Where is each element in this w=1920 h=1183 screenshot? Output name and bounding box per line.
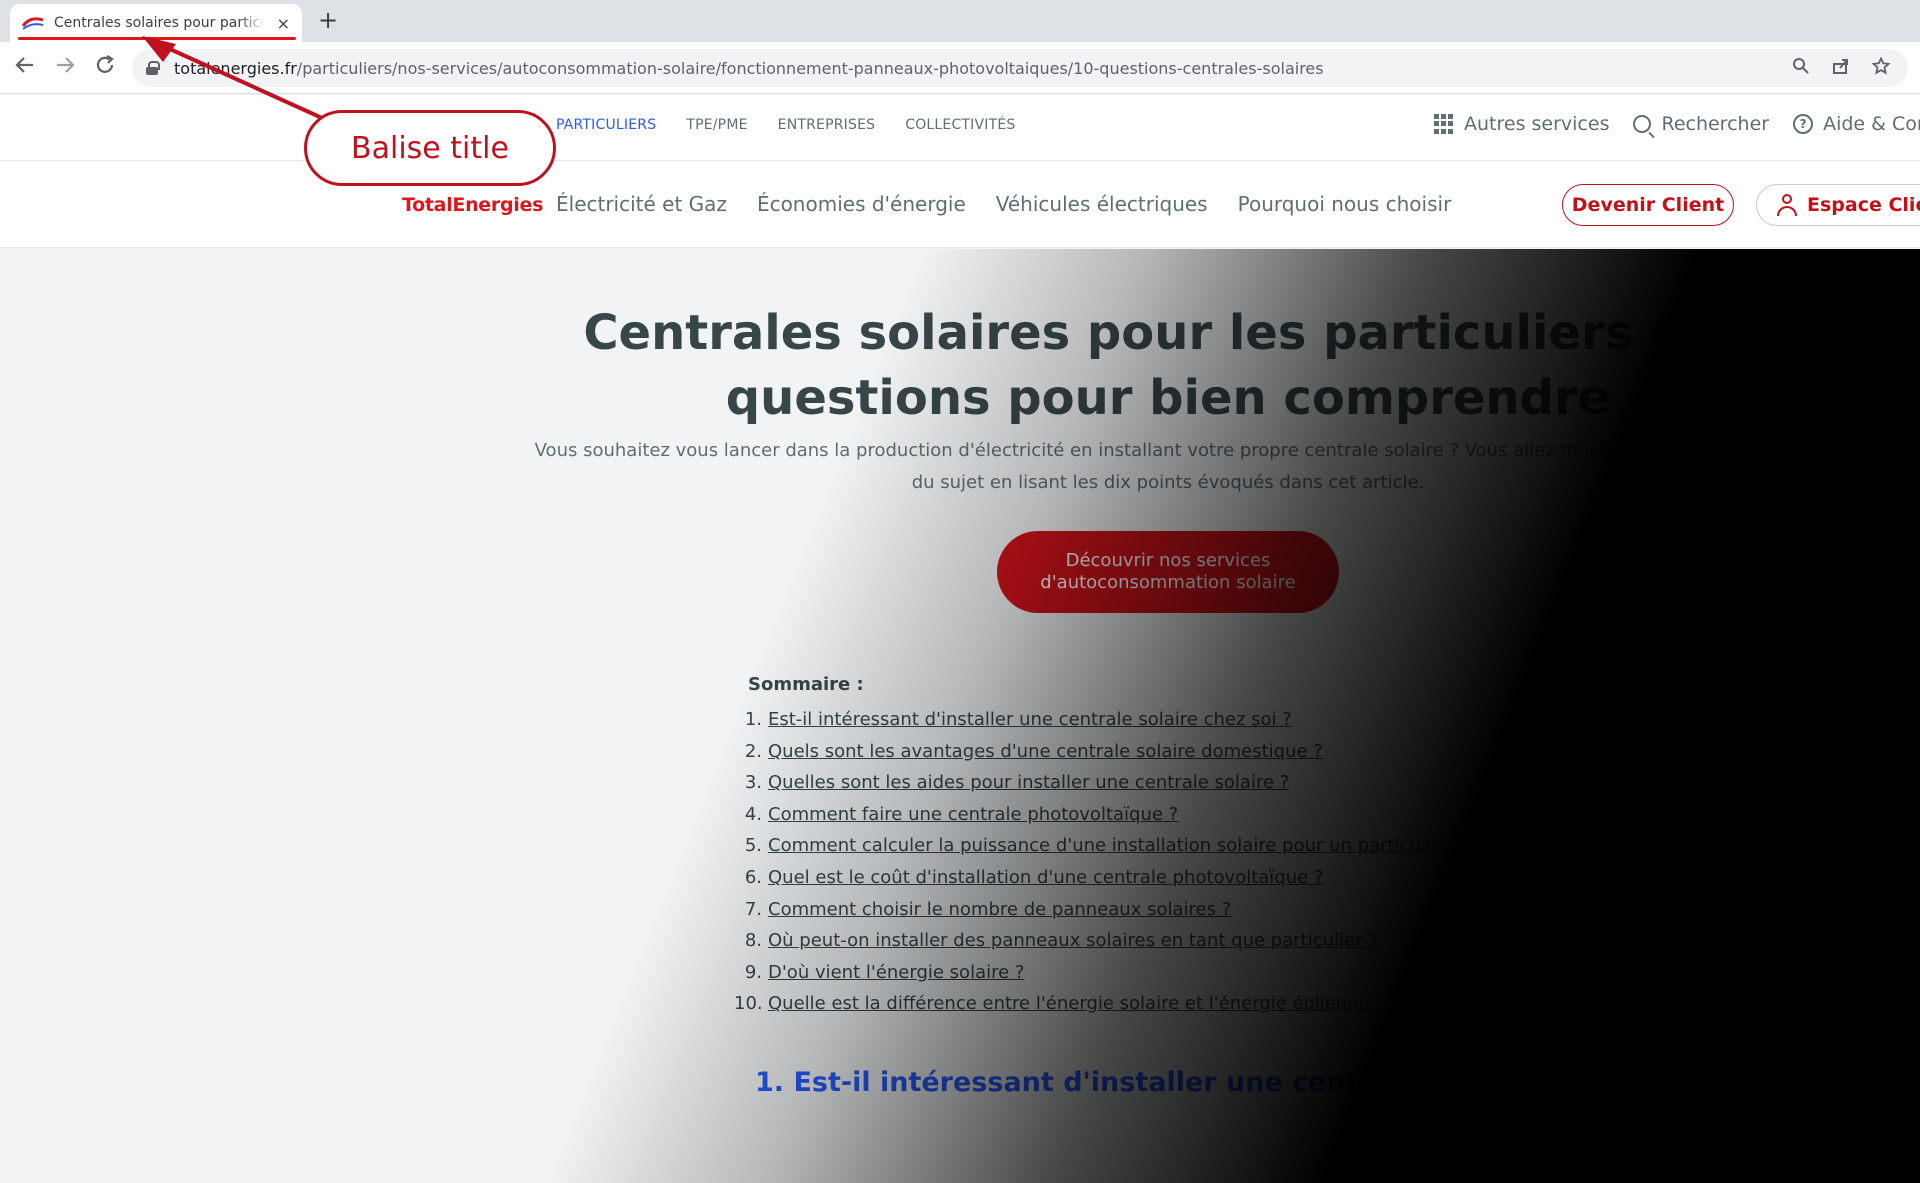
devenir-client-button[interactable]: Devenir Client	[1562, 184, 1734, 226]
toc-link[interactable]: Où peut-on installer des panneaux solair…	[768, 925, 1378, 957]
list-item: 8. Où peut-on installer des panneaux sola…	[734, 925, 1465, 957]
address-bar[interactable]: totalenergies.fr/particuliers/nos-servic…	[132, 49, 1908, 87]
utility-links: Autres services Rechercher ? Aide & Cont…	[1434, 113, 1920, 135]
list-item: 5. Comment calculer la puissance d'une in…	[734, 830, 1465, 862]
brand-logo[interactable]: TotalEnergies	[402, 194, 543, 216]
list-item: 10. Quelle est la différence entre l'éner…	[734, 988, 1465, 1020]
toc-link[interactable]: Quel est le coût d'installation d'une ce…	[768, 862, 1324, 894]
aide-contact-link[interactable]: ? Aide & Conta	[1793, 113, 1920, 135]
toc-link[interactable]: Comment faire une centrale photovoltaïqu…	[768, 799, 1178, 831]
back-arrow-icon[interactable]	[14, 54, 36, 76]
apps-grid-icon	[1434, 114, 1454, 134]
forward-arrow-icon[interactable]	[54, 54, 76, 76]
list-item: 3. Quelles sont les aides pour installer …	[734, 767, 1465, 799]
list-item: 4. Comment faire une centrale photovoltaï…	[734, 799, 1465, 831]
user-icon	[1777, 194, 1797, 216]
list-item: 1. Est-il intéressant d'installer une cen…	[734, 704, 1465, 736]
annotation-label: Balise title	[304, 110, 556, 186]
segment-link-collectivites[interactable]: COLLECTIVITÉS	[905, 117, 1015, 133]
zoom-search-icon[interactable]	[1792, 57, 1810, 75]
reload-icon[interactable]	[94, 54, 116, 76]
nav-economies-energie[interactable]: Économies d'énergie	[757, 192, 966, 216]
toc-link[interactable]: Quels sont les avantages d'une centrale …	[768, 736, 1323, 768]
intro-text: Vous souhaitez vous lancer dans la produ…	[534, 440, 1802, 493]
browser-toolbar: totalenergies.fr/particuliers/nos-servic…	[0, 42, 1920, 94]
tab-close-icon[interactable]: ×	[277, 14, 290, 33]
tab-highlight-underline	[18, 37, 296, 40]
toc-link[interactable]: Quelles sont les aides pour installer un…	[768, 767, 1289, 799]
nav-vehicules-electriques[interactable]: Véhicules électriques	[996, 192, 1208, 216]
discover-services-button[interactable]: Découvrir nos services d'autoconsommatio…	[997, 531, 1339, 613]
url-text: totalenergies.fr/particuliers/nos-servic…	[174, 58, 1324, 78]
toc-heading: Sommaire :	[748, 674, 864, 695]
main-nav-links: Électricité et Gaz Économies d'énergie V…	[556, 192, 1451, 216]
nav-pourquoi-nous-choisir[interactable]: Pourquoi nous choisir	[1238, 192, 1452, 216]
espace-client-button[interactable]: Espace Clien	[1756, 184, 1920, 226]
omnibox-actions	[1792, 57, 1890, 75]
section-heading: 1. Est-il intéressant d'installer une ce…	[755, 1067, 1688, 1098]
browser-tabbar: Centrales solaires pour particuliers × +	[0, 0, 1920, 42]
segment-link-tpe-pme[interactable]: TPE/PME	[686, 117, 747, 133]
totalenergies-favicon-icon	[22, 17, 44, 30]
toc-link[interactable]: Quelle est la différence entre l'énergie…	[768, 988, 1385, 1020]
segment-links: PARTICULIERS TPE/PME ENTREPRISES COLLECT…	[556, 117, 1016, 133]
toc-list: 1. Est-il intéressant d'installer une cen…	[734, 704, 1465, 1020]
new-tab-icon[interactable]: +	[318, 6, 338, 34]
segment-link-entreprises[interactable]: ENTREPRISES	[778, 117, 876, 133]
toc-link[interactable]: Est-il intéressant d'installer une centr…	[768, 704, 1292, 736]
list-item: 2. Quels sont les avantages d'une central…	[734, 736, 1465, 768]
segment-link-particuliers[interactable]: PARTICULIERS	[556, 117, 656, 133]
list-item: 6. Quel est le coût d'installation d'une …	[734, 862, 1465, 894]
list-item: 7. Comment choisir le nombre de panneaux …	[734, 894, 1465, 926]
toc-link[interactable]: Comment calculer la puissance d'une inst…	[768, 830, 1465, 862]
list-item: 9. D'où vient l'énergie solaire ?	[734, 957, 1465, 989]
lock-icon	[146, 61, 160, 75]
site-main-nav: TotalEnergies Électricité et Gaz Économi…	[0, 162, 1920, 248]
share-icon[interactable]	[1832, 57, 1850, 75]
help-icon: ?	[1793, 114, 1814, 134]
site-utility-bar: PARTICULIERS TPE/PME ENTREPRISES COLLECT…	[0, 95, 1920, 161]
bookmark-star-icon[interactable]	[1872, 57, 1890, 75]
page-title: Centrales solaires pour les particuliers…	[583, 305, 1753, 426]
search-icon	[1633, 115, 1652, 133]
autres-services-link[interactable]: Autres services	[1434, 113, 1609, 135]
toc-link[interactable]: D'où vient l'énergie solaire ?	[768, 957, 1024, 989]
toc-link[interactable]: Comment choisir le nombre de panneaux so…	[768, 894, 1231, 926]
tab-title: Centrales solaires pour particuliers	[54, 15, 265, 31]
rechercher-link[interactable]: Rechercher	[1633, 113, 1769, 135]
article-content: Centrales solaires pour les particuliers…	[0, 249, 1920, 1183]
browser-tab[interactable]: Centrales solaires pour particuliers ×	[10, 4, 302, 42]
nav-electricite-gaz[interactable]: Électricité et Gaz	[556, 192, 727, 216]
